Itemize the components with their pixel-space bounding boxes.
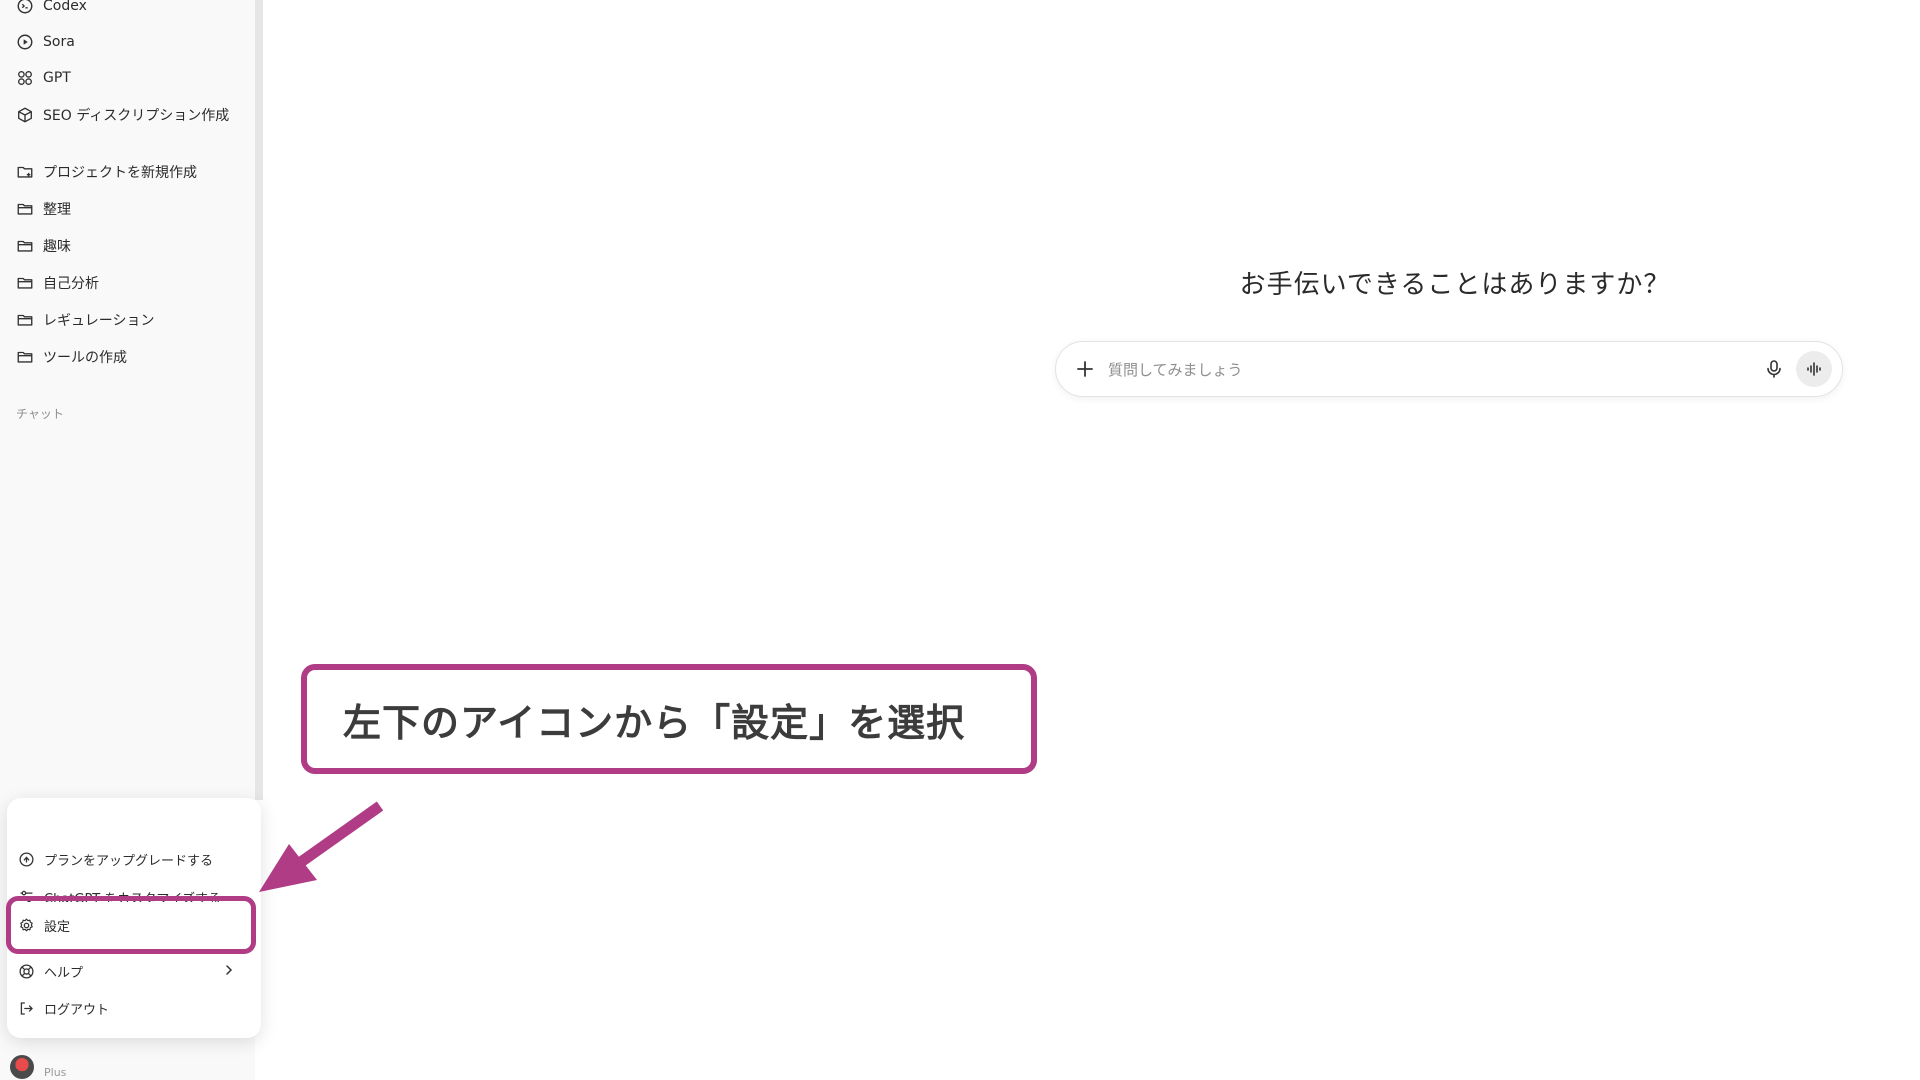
play-circle-icon: [17, 34, 33, 50]
pointer-arrow: [259, 801, 384, 892]
cube-icon: [18, 107, 32, 123]
codex-icon: [17, 0, 33, 14]
waveform-icon: [1807, 362, 1821, 376]
folder-icon: [17, 351, 33, 363]
microphone-icon[interactable]: [1763, 358, 1785, 380]
welcome-heading: お手伝いできることはありますか？: [1239, 270, 1671, 300]
menu-item-label: ヘルプ: [44, 965, 84, 981]
folder-icon: [17, 240, 33, 252]
logout-icon: [20, 1001, 33, 1015]
sidebar-item-label: レギュレーション: [43, 313, 155, 329]
sidebar-item-label: SEO ディスクリプション作成: [43, 108, 230, 124]
sidebar-item-project-hobby[interactable]: 趣味: [16, 231, 71, 261]
instruction-callout: 左下のアイコンから「設定」を選択: [301, 664, 1037, 774]
sidebar-item-project-organize[interactable]: 整理: [16, 194, 71, 224]
settings-highlight-box: [6, 896, 256, 954]
sidebar-item-new-project[interactable]: プロジェクトを新規作成: [16, 157, 197, 187]
menu-item-upgrade[interactable]: プランをアップグレードする: [18, 844, 244, 874]
callout-text: 左下のアイコンから「設定」を選択: [343, 700, 966, 745]
grid-icon: [18, 71, 32, 85]
sidebar-item-label: Codex: [43, 0, 87, 14]
sidebar-item-sora[interactable]: Sora: [16, 27, 75, 57]
prompt-input[interactable]: [1106, 354, 1750, 386]
sidebar-item-codex[interactable]: Codex: [16, 0, 87, 21]
chevron-right-icon: [226, 965, 233, 975]
sidebar-item-project-self-analysis[interactable]: 自己分析: [16, 268, 99, 298]
sidebar-item-project-tools[interactable]: ツールの作成: [16, 342, 127, 372]
menu-item-label: プランをアップグレードする: [44, 853, 214, 869]
user-account-button[interactable]: Plus: [10, 1055, 246, 1079]
sidebar-item-label: プロジェクトを新規作成: [43, 165, 197, 181]
sidebar-item-seo[interactable]: SEO ディスクリプション作成: [16, 100, 229, 130]
sidebar-item-label: 趣味: [43, 239, 71, 255]
sidebar-item-gpt[interactable]: GPT: [16, 63, 71, 93]
folder-icon: [17, 203, 33, 215]
folder-icon: [17, 277, 33, 289]
sidebar-item-label: GPT: [43, 70, 71, 86]
chat-section-label: チャット: [16, 407, 64, 421]
help-icon: [19, 963, 34, 979]
plan-label: Plus: [44, 1065, 67, 1079]
sidebar-item-label: 整理: [43, 202, 71, 218]
voice-mode-button[interactable]: [1796, 351, 1832, 387]
menu-item-help[interactable]: ヘルプ: [18, 956, 244, 986]
upgrade-icon: [19, 851, 34, 867]
sidebar-item-project-regulation[interactable]: レギュレーション: [16, 305, 154, 335]
menu-item-logout[interactable]: ログアウト: [18, 993, 244, 1023]
composer: [1055, 341, 1843, 397]
sidebar-item-label: 自己分析: [43, 276, 99, 292]
plus-icon[interactable]: [1074, 358, 1096, 380]
sidebar-item-label: Sora: [43, 34, 75, 50]
sidebar-scrollbar[interactable]: [255, 0, 263, 800]
sidebar-item-label: ツールの作成: [43, 350, 127, 366]
folder-plus-icon: [17, 166, 33, 178]
folder-icon: [17, 314, 33, 326]
menu-item-label: ログアウト: [44, 1002, 110, 1018]
avatar: [10, 1055, 34, 1079]
